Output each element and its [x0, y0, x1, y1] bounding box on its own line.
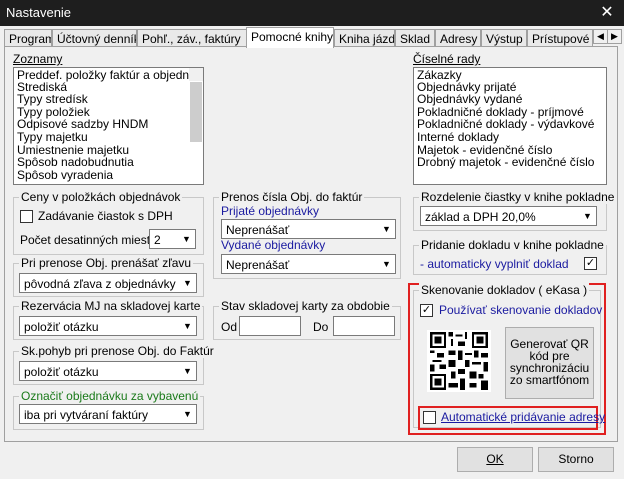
tab-pohladavky[interactable]: Pohľ., záv., faktúry: [137, 29, 249, 47]
window-title: Nastavenie: [6, 5, 72, 20]
zoznamy-list[interactable]: Preddef. položky faktúr a objednávok Str…: [13, 67, 204, 185]
prijate-objednavky-select[interactable]: Neprenášať ▼: [221, 219, 396, 239]
pridanie-title: Pridanie dokladu v knihe pokladne: [419, 238, 606, 252]
automaticky-vyplnit-checkbox[interactable]: ✓: [584, 257, 597, 270]
storno-label: Storno: [558, 452, 594, 466]
ok-label: OK: [486, 452, 504, 466]
prenos-cisla-title: Prenos čísla Obj. do faktúr: [219, 190, 365, 204]
oznacit-value: iba pri vytváraní faktúry: [24, 408, 149, 422]
list-item[interactable]: Zákazky: [414, 68, 606, 81]
desatinne-miesta-value: 2: [154, 233, 161, 247]
pri-prenose-select[interactable]: pôvodná zľava z objednávky ▼: [19, 273, 197, 293]
od-input[interactable]: [239, 316, 301, 336]
zadavanie-dph-label: Zadávanie čiastok s DPH: [38, 209, 173, 223]
vydane-objednavky-select[interactable]: Neprenášať ▼: [221, 254, 396, 274]
list-item[interactable]: Interné doklady: [414, 131, 606, 144]
list-item[interactable]: Spôsob nadobudnutia: [14, 156, 203, 169]
chevron-down-icon[interactable]: ▼: [179, 405, 196, 423]
rezervacia-select[interactable]: položiť otázku ▼: [19, 316, 197, 336]
tab-strip: Program Účtovný denník Pohľ., záv., fakt…: [4, 27, 622, 48]
desatinne-miesta-label: Počet desatinných miest: [20, 233, 151, 247]
vydane-objednavky-value: Neprenášať: [226, 258, 290, 272]
list-item[interactable]: Drobný majetok - evidenčné číslo: [414, 156, 606, 169]
tab-pristupove-prava[interactable]: Prístupové pr: [527, 29, 593, 47]
rezervacia-value: položiť otázku: [24, 320, 99, 334]
rozdelenie-value: základ a DPH 20,0%: [425, 210, 536, 224]
zadavanie-dph-checkbox[interactable]: [20, 210, 33, 223]
storno-button[interactable]: Storno: [538, 447, 614, 472]
chevron-down-icon[interactable]: ▼: [579, 207, 596, 225]
zoznamy-scrollbar[interactable]: [189, 68, 203, 142]
chevron-down-icon[interactable]: ▼: [378, 220, 395, 238]
prijate-objednavky-label: Prijaté objednávky: [221, 204, 320, 218]
auto-adresa-checkbox[interactable]: [423, 411, 436, 424]
do-input[interactable]: [333, 316, 395, 336]
tab-program[interactable]: Program: [4, 29, 52, 47]
ciselne-rady-list[interactable]: Zákazky Objednávky prijaté Objednávky vy…: [413, 67, 607, 185]
rozdelenie-title: Rozdelenie čiastky v knihe pokladne: [419, 190, 617, 204]
skenovanie-title: Skenovanie dokladov ( eKasa ): [419, 283, 590, 297]
do-label: Do: [313, 320, 329, 334]
generovat-qr-label: Generovať QR kód pre synchronizáciu zo s…: [509, 337, 590, 387]
tab-adresy[interactable]: Adresy: [435, 29, 481, 47]
oznacit-select[interactable]: iba pri vytváraní faktúry ▼: [19, 404, 197, 424]
close-icon[interactable]: ✕: [590, 0, 624, 26]
prijate-objednavky-value: Neprenášať: [226, 223, 290, 237]
rezervacia-title: Rezervácia MJ na skladovej karte: [19, 299, 203, 313]
chevron-down-icon[interactable]: ▼: [378, 255, 395, 273]
chevron-down-icon[interactable]: ▼: [179, 274, 196, 292]
chevron-down-icon[interactable]: ▼: [179, 317, 196, 335]
auto-adresa-label: Automatické pridávanie adresy: [441, 410, 606, 424]
tab-pomocne-knihy[interactable]: Pomocné knihy: [246, 27, 334, 48]
automaticky-vyplnit-label: - automaticky vyplniť doklad: [420, 257, 569, 271]
pouzivat-skenovanie-label: Používať skenovanie dokladov: [439, 303, 603, 317]
tab-scroll-right-icon[interactable]: ▶: [607, 29, 622, 44]
od-label: Od: [221, 320, 238, 334]
qr-code-icon: [427, 330, 491, 392]
pri-prenose-value: pôvodná zľava z objednávky: [24, 277, 176, 291]
list-item[interactable]: Preddef. položky faktúr a objednávok: [14, 68, 203, 81]
title-bar: Nastavenie ✕: [0, 0, 624, 26]
tab-sklad[interactable]: Sklad: [395, 29, 435, 47]
sk-pohyb-select[interactable]: položiť otázku ▼: [19, 361, 197, 381]
tab-uctovny-dennik[interactable]: Účtovný denník: [52, 29, 137, 47]
ok-button[interactable]: OK: [457, 447, 533, 472]
pouzivat-skenovanie-checkbox[interactable]: ✓: [420, 304, 433, 317]
vydane-objednavky-label: Vydané objednávky: [221, 238, 326, 252]
chevron-down-icon[interactable]: ▼: [179, 362, 196, 380]
list-item[interactable]: Spôsob vyradenia: [14, 169, 203, 182]
scrollbar-thumb[interactable]: [190, 82, 202, 142]
ciselne-rady-label: Číselné rady: [413, 52, 481, 66]
chevron-down-icon[interactable]: ▼: [178, 230, 195, 248]
zoznamy-label: Zoznamy: [13, 52, 63, 66]
list-item[interactable]: Typy stredísk: [14, 93, 203, 106]
pri-prenose-title: Pri prenose Obj. prenášať zľavu: [19, 256, 194, 270]
tab-vystup[interactable]: Výstup: [481, 29, 527, 47]
tab-kniha-jazd[interactable]: Kniha jázd: [334, 29, 395, 47]
list-item[interactable]: Objednávky vydané: [414, 93, 606, 106]
ceny-title: Ceny v položkách objednávok: [19, 190, 183, 204]
desatinne-miesta-select[interactable]: 2 ▼: [149, 229, 196, 249]
stav-skladovej-title: Stav skladovej karty za obdobie: [219, 299, 392, 313]
generovat-qr-button[interactable]: Generovať QR kód pre synchronizáciu zo s…: [505, 327, 594, 399]
tab-scroll-left-icon[interactable]: ◀: [593, 29, 608, 44]
list-item[interactable]: Typy majetku: [14, 131, 203, 144]
oznacit-title: Označiť objednávku za vybavenú: [19, 389, 201, 403]
sk-pohyb-title: Sk.pohyb pri prenose Obj. do Faktúr: [19, 344, 216, 358]
sk-pohyb-value: položiť otázku: [24, 365, 99, 379]
rozdelenie-select[interactable]: základ a DPH 20,0% ▼: [420, 206, 597, 226]
